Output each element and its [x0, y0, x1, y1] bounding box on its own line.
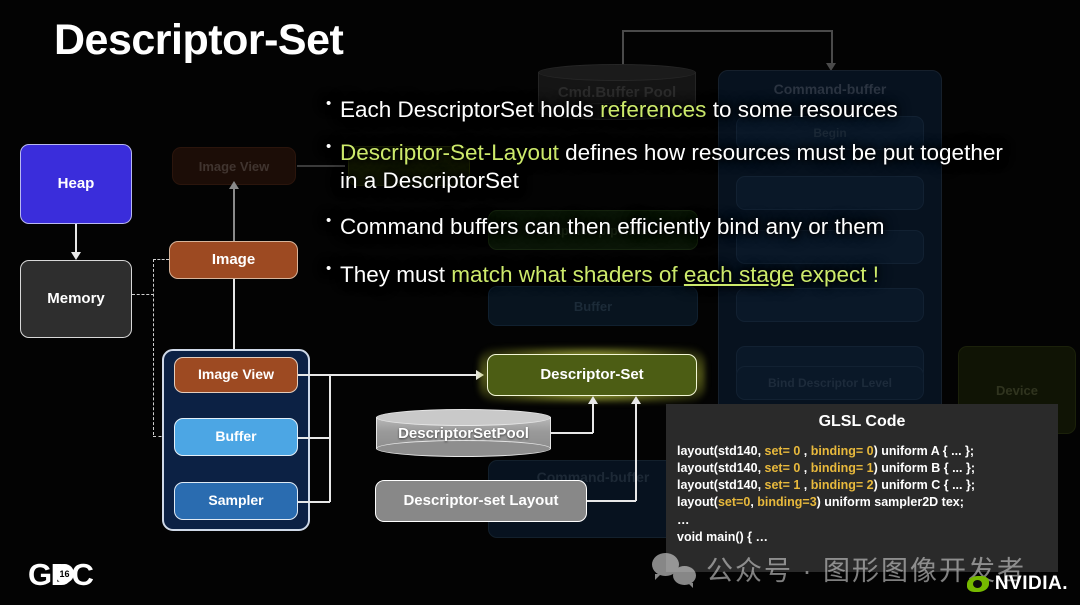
arrow-pool-descriptorset — [588, 396, 598, 404]
glsl-line-2-seg-4: binding= 1 — [810, 461, 874, 476]
glsl-line-3-seg-4: binding= 2 — [810, 478, 874, 493]
connector-trunk-descriptorset — [329, 374, 477, 376]
image-label: Image — [211, 250, 256, 268]
glsl-line-5: … — [677, 512, 1058, 529]
bullet-1-part-2: references — [600, 97, 707, 122]
memory-label: Memory — [47, 289, 105, 307]
bullet-3-part-1: Command buffers can then efficiently bin… — [340, 214, 885, 240]
connector-pool-descriptorset-h — [551, 432, 593, 434]
glsl-line-2: layout(std140, set= 0 , binding= 1) unif… — [677, 460, 1058, 477]
bullet-item-4: They must match what shaders of each sta… — [326, 260, 1026, 288]
bullet-4-part-2: match what shaders of — [451, 261, 684, 287]
glsl-line-2-seg-3: , — [803, 461, 811, 476]
sampler-label: Sampler — [208, 492, 264, 509]
glsl-line-3-seg-2: set= 1 — [764, 478, 804, 493]
heap-label: Heap — [57, 174, 95, 192]
bullet-1-part-3: to some resources — [706, 97, 898, 122]
faded-connector-top-right-v — [831, 30, 833, 67]
diagram-node-image[interactable]: Image — [169, 241, 298, 279]
diagram-node-descriptor-set-layout[interactable]: Descriptor-set Layout — [375, 480, 587, 522]
glsl-code-panel: GLSL Code layout(std140, set= 0 , bindin… — [666, 404, 1058, 572]
bullet-item-1: Each DescriptorSet holds references to s… — [326, 95, 1026, 123]
glsl-line-2-seg-2: set= 0 — [764, 461, 804, 476]
connector-heap-memory — [75, 224, 77, 254]
glsl-line-6: void main() { … — [677, 529, 1058, 546]
descriptorset-pool-label-plain: DescriptorSet — [398, 424, 497, 442]
gdc-logo-badge: 16 — [55, 564, 74, 583]
dashed-memory-right — [132, 294, 154, 295]
slide-canvas: Cmd.Buffer Pool Command-buffer Begin Bin… — [0, 0, 1080, 605]
connector-layout-descriptorset-v — [635, 404, 637, 501]
glsl-line-5-seg-1: … — [677, 512, 690, 527]
faded-image-view-top-label: Image View — [198, 158, 270, 174]
diagram-node-descriptorset-pool[interactable]: DescriptorSet Pool — [376, 409, 551, 457]
glsl-line-4-seg-2: set=0 — [717, 495, 751, 510]
gdc-logo: GDC 16 — [28, 557, 94, 593]
glsl-line-3-seg-5: ) uniform C { ... }; — [873, 478, 975, 493]
glsl-line-6-seg-1: void main() { … — [677, 529, 768, 544]
diagram-node-image-view[interactable]: Image View — [174, 357, 298, 393]
glsl-line-3-seg-1: layout(std140, — [677, 478, 765, 493]
nvidia-eye-icon — [966, 576, 989, 592]
glsl-panel-title: GLSL Code — [818, 413, 906, 430]
glsl-line-4-seg-1: layout( — [677, 495, 718, 510]
dashed-memory-to-image — [153, 259, 169, 260]
glsl-line-4-seg-5: ) uniform sampler2D tex; — [816, 495, 964, 510]
faded-connector-top-h — [622, 30, 832, 32]
glsl-line-2-seg-1: layout(std140, — [677, 461, 765, 476]
wechat-icon — [652, 552, 696, 588]
image-view-label: Image View — [197, 366, 274, 383]
bullet-item-2: Descriptor-Set-Layout defines how resour… — [326, 138, 1026, 194]
glsl-line-2-seg-5: ) uniform B { ... }; — [873, 461, 975, 476]
slide-title: Descriptor-Set — [54, 16, 344, 64]
diagram-node-descriptor-set[interactable]: Descriptor-Set — [487, 354, 697, 396]
glsl-line-1: layout(std140, set= 0 , binding= 0) unif… — [677, 443, 1058, 460]
bullet-list: Each DescriptorSet holds references to s… — [326, 95, 1026, 304]
diagram-node-memory[interactable]: Memory — [20, 260, 132, 338]
connector-resources-trunk-v — [329, 374, 331, 502]
nvidia-logo-text: NVIDIA. — [994, 573, 1068, 594]
connector-sampler-trunk — [298, 501, 330, 503]
diagram-node-buffer[interactable]: Buffer — [174, 418, 298, 456]
arrow-layout-descriptorset — [631, 396, 641, 404]
descriptor-set-layout-label: Descriptor-set Layout — [403, 491, 559, 509]
faded-device-label: Device — [996, 382, 1038, 398]
arrow-heap-memory — [71, 252, 81, 260]
glsl-line-4: layout(set=0, binding=3) uniform sampler… — [677, 494, 1058, 511]
glsl-line-1-seg-1: layout(std140, — [677, 444, 765, 458]
bullet-4-part-1: They must — [340, 261, 452, 287]
descriptorset-pool-label: DescriptorSet Pool — [376, 409, 551, 457]
nvidia-logo: NVIDIA. — [966, 573, 1068, 595]
bullet-4-part-4: expect ! — [794, 261, 880, 287]
connector-pool-descriptorset-v — [592, 404, 594, 433]
connector-image-imageview — [233, 279, 235, 356]
descriptorset-pool-label-bold: Pool — [496, 424, 529, 442]
glsl-line-1-seg-3: , — [803, 444, 811, 458]
arrow-image-up — [229, 181, 239, 189]
connector-buffer-trunk — [298, 437, 330, 439]
glsl-line-4-seg-4: binding=3 — [757, 495, 817, 510]
glsl-line-1-seg-2: set= 0 — [764, 444, 804, 458]
bullet-item-3: Command buffers can then efficiently bin… — [326, 212, 1026, 240]
bullet-1-part-1: Each DescriptorSet holds — [340, 97, 601, 122]
faded-cb-bind-label: Bind Descriptor Level — [767, 376, 893, 390]
glsl-line-1-seg-5: ) uniform A { ... }; — [873, 444, 975, 458]
bullet-4-part-3: each stage — [683, 261, 794, 287]
buffer-label: Buffer — [215, 428, 257, 445]
connector-imageview-trunk — [298, 374, 330, 376]
diagram-node-sampler[interactable]: Sampler — [174, 482, 298, 520]
descriptor-set-label: Descriptor-Set — [540, 365, 644, 383]
faded-command-buffer-label: Command-buffer — [773, 81, 887, 97]
connector-layout-descriptorset-h — [587, 500, 636, 502]
connector-image-up — [233, 186, 235, 241]
glsl-line-1-seg-4: binding= 0 — [810, 444, 874, 458]
glsl-code-body: layout(std140, set= 0 , binding= 0) unif… — [666, 443, 1058, 546]
glsl-line-3-seg-3: , — [803, 478, 811, 493]
dashed-memory-vertical — [153, 259, 154, 435]
faded-image-view-top: Image View — [172, 147, 296, 185]
bullet-2-part-1: Descriptor-Set-Layout — [340, 140, 559, 166]
diagram-node-heap[interactable]: Heap — [20, 144, 132, 224]
glsl-line-3: layout(std140, set= 1 , binding= 2) unif… — [677, 477, 1058, 494]
faded-cb-row-bind: Bind Descriptor Level — [736, 366, 924, 400]
